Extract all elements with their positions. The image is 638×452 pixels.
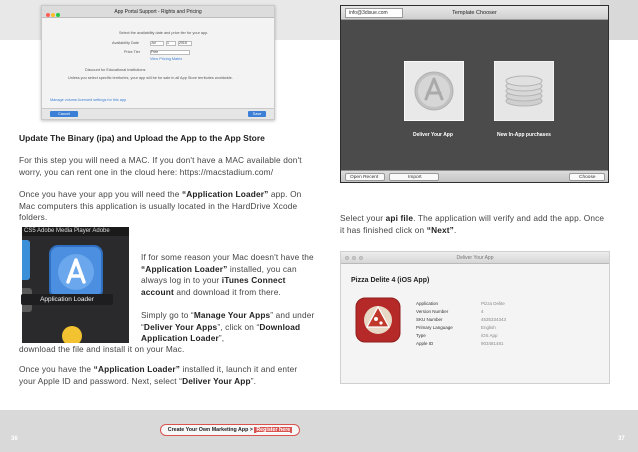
- p4-text-g: ”,: [218, 333, 225, 343]
- window-controls: [46, 10, 61, 22]
- row-value: 4535334343: [481, 317, 507, 322]
- deliver-app-screenshot: Deliver Your App Pizza Delite 4 (iOS App…: [340, 251, 610, 384]
- app-name: Pizza Delite 4 (iOS App): [351, 277, 430, 284]
- row-label: Primary Language: [416, 325, 453, 330]
- paragraph-launch-loader: Once you have the “Application Loader” i…: [19, 364, 315, 387]
- portal-title: App Portal Support - Rights and Pricing: [114, 9, 202, 15]
- template-chooser-titlebar: info@3disue.com Template Chooser: [341, 6, 608, 20]
- row-label: Version Number: [416, 309, 449, 314]
- p3-bold-b: “Application Loader”: [141, 263, 228, 274]
- row-value: Pizza Delite: [481, 301, 505, 306]
- p3-text-e: and download it from there.: [173, 286, 281, 297]
- page-number-left: 36: [11, 436, 18, 442]
- r-text-e: .: [453, 224, 457, 235]
- template-chooser-screenshot: info@3disue.com Template Chooser Deliver…: [340, 5, 609, 183]
- date-day-select[interactable]: 1: [166, 41, 176, 46]
- close-icon: [46, 13, 50, 17]
- p4-text-a: Simply go to “: [141, 310, 194, 320]
- row-value: 903481481: [481, 341, 504, 346]
- p5-bold-b: “Application Loader”: [93, 364, 181, 374]
- zoom-icon: [56, 13, 60, 17]
- deliver-app-icon: [404, 61, 464, 121]
- application-loader-label: Application Loader: [21, 294, 113, 305]
- row-label: SKU Number: [416, 317, 443, 322]
- row-value: English: [481, 325, 496, 330]
- r-text-a: Select your: [340, 213, 386, 223]
- date-month-select[interactable]: Jul: [150, 41, 164, 46]
- row-label: Application: [416, 301, 439, 306]
- row-value: iOS App: [481, 333, 498, 338]
- open-recent-button[interactable]: Open Recent: [345, 173, 385, 181]
- section-heading: Update The Binary (ipa) and Upload the A…: [19, 133, 265, 143]
- dock-screenshot: CS5 Adobe Media Player Adobe: [22, 227, 129, 343]
- volume-settings-link[interactable]: Manage volume-licensed settings for this…: [50, 98, 126, 102]
- portal-instruction: Select the availability date and price t…: [119, 31, 209, 35]
- paragraph-select-api-file: Select your api file. The application wi…: [340, 213, 610, 236]
- import-button[interactable]: Import: [389, 173, 439, 181]
- paragraph-application-loader: Once you have your app you will need the…: [19, 189, 315, 224]
- p4-bold-b: Manage Your Apps: [193, 310, 271, 320]
- p5-text-e: ”.: [250, 375, 257, 386]
- paragraph-download-install: download the file and install it on your…: [19, 344, 185, 354]
- row-label: Type: [416, 333, 426, 338]
- view-pricing-matrix-link[interactable]: View Pricing Matrix: [150, 57, 182, 61]
- p5-bold-d: Deliver Your App: [182, 375, 251, 386]
- p3-text-a: If for some reason your Mac doesn't have…: [141, 252, 314, 262]
- price-tier-select[interactable]: Free: [150, 50, 190, 55]
- template-chooser-footer: Open Recent Import Choose: [341, 170, 608, 182]
- paragraph-manage-apps: Simply go to “Manage Your Apps” and unde…: [141, 310, 316, 345]
- inapp-purchase-card[interactable]: [494, 61, 554, 129]
- p2-bold: “Application Loader”: [181, 189, 269, 199]
- open-recent-label: Open Recent: [350, 175, 379, 180]
- territories-text: Unless you select specific territories, …: [68, 76, 233, 80]
- template-chooser-title: Template Chooser: [452, 10, 497, 16]
- price-tier-label: Price Tier: [124, 50, 141, 54]
- emoji-icon: [62, 326, 82, 343]
- import-label: Import: [408, 175, 422, 180]
- page-number-right: 37: [618, 436, 625, 442]
- p4-text-e: ”, click on “: [217, 321, 260, 332]
- p2-text-a: Once you have your app you will need the: [19, 189, 182, 199]
- paragraph-mac-requirement: For this step you will need a MAC. If yo…: [19, 155, 302, 177]
- choose-button[interactable]: Choose: [569, 173, 605, 181]
- deliver-app-card[interactable]: [404, 61, 464, 129]
- p4-bold-d: Deliver Your Apps: [143, 321, 218, 332]
- choose-label: Choose: [579, 175, 596, 180]
- finder-icon: [22, 240, 30, 280]
- paragraph-no-loader: If for some reason your Mac doesn't have…: [141, 252, 316, 298]
- p5-text-a: Once you have the: [19, 364, 94, 374]
- inapp-purchase-label: New In-App purchases: [497, 132, 551, 138]
- save-button[interactable]: Save: [248, 111, 266, 117]
- portal-titlebar: App Portal Support - Rights and Pricing: [42, 6, 274, 18]
- app-portal-screenshot: App Portal Support - Rights and Pricing …: [41, 5, 275, 120]
- row-value: 4: [481, 309, 484, 314]
- bottom-band: [0, 410, 638, 452]
- dock-top-text: CS5 Adobe Media Player Adobe: [22, 227, 129, 236]
- portal-footer: Cancel Save: [42, 108, 274, 119]
- r-bold-b: api file: [385, 213, 414, 223]
- register-banner[interactable]: Create Your Own Marketing App > Register…: [160, 424, 300, 436]
- discount-label: Discount for Educational Institutions: [85, 68, 146, 72]
- availability-label: Availability Date: [112, 41, 139, 45]
- banner-text: Create Your Own Marketing App >: [167, 427, 255, 433]
- pizza-app-icon: [355, 297, 401, 343]
- deliver-app-titlebar: Deliver Your App: [341, 252, 609, 264]
- register-link[interactable]: Register here: [254, 427, 293, 433]
- minimize-icon: [51, 13, 55, 17]
- row-label: Apple ID: [416, 341, 434, 346]
- coins-icon: [494, 61, 554, 121]
- date-year-select[interactable]: 2015: [178, 41, 192, 46]
- deliver-app-window-title: Deliver Your App: [456, 255, 494, 261]
- dock-icons: [22, 240, 103, 343]
- deliver-app-label: Deliver Your App: [413, 132, 453, 138]
- r-bold-d: “Next”: [426, 224, 454, 235]
- cancel-button[interactable]: Cancel: [50, 111, 78, 117]
